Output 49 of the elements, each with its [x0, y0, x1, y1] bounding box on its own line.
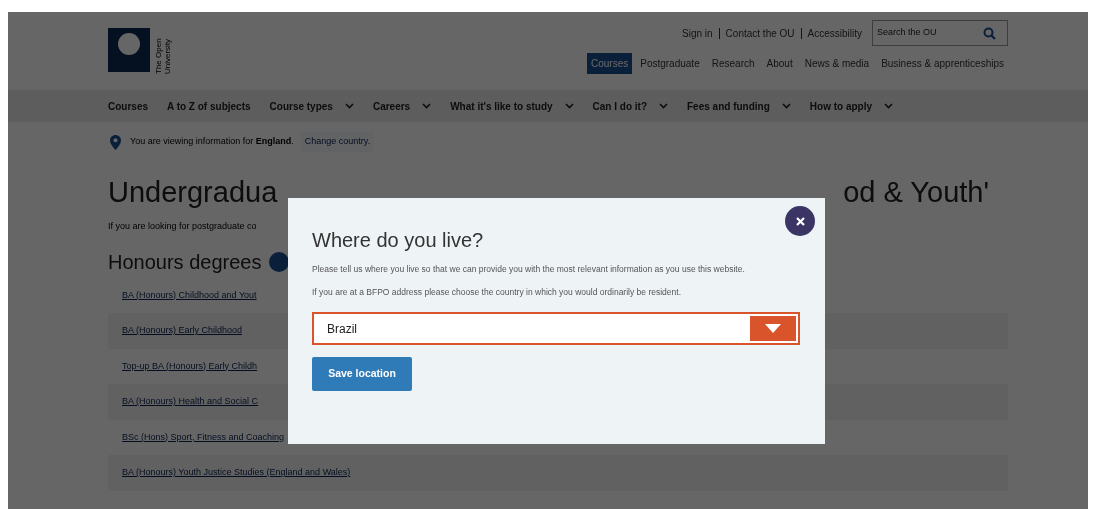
- search-icon[interactable]: [983, 26, 996, 40]
- chevron-down-icon: [344, 103, 354, 109]
- chevron-down-icon: [884, 103, 894, 109]
- dialog-text: Please tell us where you live so that we can provide you with the most relevant information as you use this website.: [312, 263, 746, 276]
- chevron-down-icon: [422, 103, 432, 109]
- page-heading: Undergradua: [108, 176, 278, 208]
- chevron-down-icon: [564, 103, 574, 109]
- search-field[interactable]: Search the OU: [872, 20, 1008, 46]
- dialog-title: Where do you live?: [312, 228, 485, 252]
- top-link[interactable]: Contact the OU: [718, 27, 801, 39]
- close-icon: [795, 216, 805, 226]
- site-tab[interactable]: Business & apprenticeships: [877, 53, 1008, 74]
- country-select[interactable]: Brazil: [312, 312, 800, 345]
- nav-item[interactable]: Can I do it?: [592, 98, 668, 114]
- location-text: You are viewing information for England.: [130, 135, 294, 149]
- course-link[interactable]: BA (Honours) Youth Justice Studies (England and Wales): [122, 466, 351, 480]
- page-heading: od & Youth': [843, 176, 990, 208]
- change-country-link[interactable]: Change country.: [300, 132, 375, 152]
- site-tab[interactable]: Courses: [586, 53, 633, 74]
- location-pin-icon: [110, 134, 121, 150]
- course-link[interactable]: Top-up BA (Honours) Early Childh: [122, 359, 258, 373]
- dialog-text: If you are at a BFPO address please choose the country in which you would ordinarily be resident.: [312, 286, 682, 299]
- course-link[interactable]: BA (Honours) Health and Social C: [122, 395, 259, 409]
- nav-item[interactable]: What it's like to study: [450, 98, 574, 114]
- course-link[interactable]: BA (Honours) Early Childhood: [122, 324, 243, 338]
- info-icon[interactable]: [269, 251, 290, 272]
- course-link[interactable]: BSc (Hons) Sport, Fitness and Coaching: [122, 430, 285, 444]
- site-tab[interactable]: News & media: [800, 53, 874, 74]
- intro-text: If you are looking for postgraduate co: [108, 220, 257, 233]
- chevron-down-icon: [659, 103, 668, 109]
- nav-item[interactable]: A to Z of subjects: [167, 98, 251, 114]
- logo-text: The Open University: [154, 37, 172, 74]
- nav-item[interactable]: Courses: [108, 98, 148, 114]
- chevron-down-icon: [781, 103, 791, 109]
- nav-item[interactable]: How to apply: [809, 98, 894, 114]
- site-tab[interactable]: About: [762, 53, 797, 74]
- nav-item[interactable]: Course types: [269, 98, 354, 114]
- course-link[interactable]: BA (Honours) Childhood and Yout: [122, 288, 257, 302]
- search-input[interactable]: Search the OU: [873, 26, 983, 40]
- close-button[interactable]: [785, 206, 815, 236]
- top-link[interactable]: Sign in: [676, 27, 719, 39]
- top-link[interactable]: Accessibility: [800, 27, 868, 39]
- section-heading: Honours degrees: [108, 249, 262, 274]
- save-location-button[interactable]: Save location: [312, 357, 412, 391]
- site-tab[interactable]: Research: [707, 53, 759, 74]
- nav-item[interactable]: Fees and funding: [687, 98, 791, 114]
- nav-item[interactable]: Careers: [372, 98, 432, 114]
- shield-logo-icon[interactable]: [108, 28, 150, 72]
- site-tab[interactable]: Postgraduate: [636, 53, 704, 74]
